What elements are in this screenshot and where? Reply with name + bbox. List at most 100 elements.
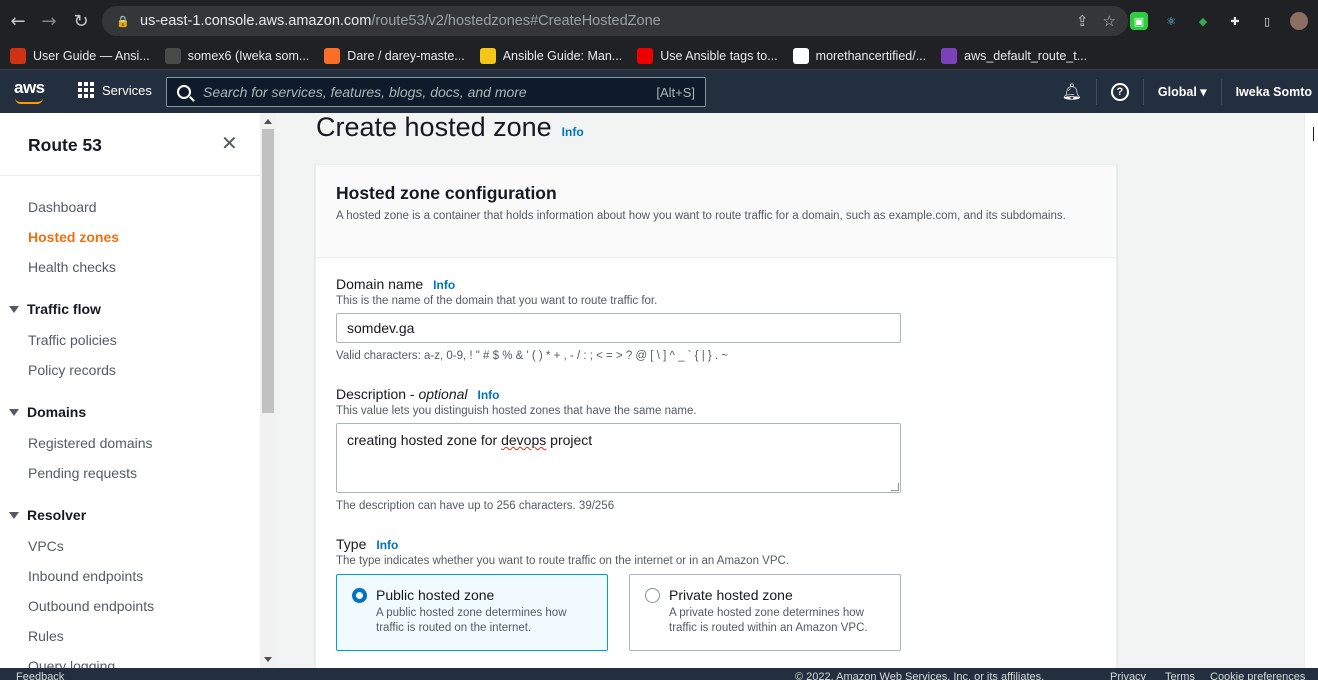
avatar[interactable]: [1290, 12, 1308, 30]
react-devtools-icon[interactable]: ⚛: [1162, 12, 1180, 30]
info-link[interactable]: Info: [433, 278, 455, 292]
bell-icon[interactable]: 🔔︎: [1062, 82, 1082, 101]
bookmark-label: somex6 (Iweka som...: [187, 48, 310, 63]
bookmark-label: Use Ansible tags to...: [660, 48, 778, 63]
extension-icon[interactable]: ▣: [1130, 12, 1148, 30]
bookmark-item[interactable]: User Guide — Ansi...: [10, 47, 150, 64]
sidepanel-icon[interactable]: ▯: [1258, 12, 1276, 30]
description-constraint: The description can have up to 256 chara…: [336, 500, 615, 512]
bookmark-favicon-icon: [792, 47, 809, 64]
domain-name-help: This is the name of the domain that you …: [336, 295, 658, 307]
extension-icon[interactable]: ◆: [1194, 12, 1212, 30]
tools-panel-strip: [1304, 113, 1318, 668]
bookmark-favicon-icon: [324, 47, 341, 64]
domain-name-label: Domain name Info: [336, 276, 456, 292]
scroll-up-icon[interactable]: [264, 119, 272, 124]
lock-icon: 🔒: [116, 15, 130, 28]
private-hosted-zone-option[interactable]: Private hosted zone A private hosted zon…: [629, 574, 901, 651]
star-icon[interactable]: ☆: [1103, 12, 1116, 30]
bookmark-item[interactable]: morethancertified/...: [792, 47, 927, 64]
panel-title: Hosted zone configuration: [336, 183, 557, 203]
bookmark-favicon-icon: [479, 47, 496, 64]
bookmark-label: aws_default_route_t...: [964, 48, 1088, 63]
caret-down-icon: [9, 305, 19, 313]
sidebar-item-hosted-zones[interactable]: Hosted zones: [28, 229, 119, 245]
sidebar-item-vpcs[interactable]: VPCs: [28, 538, 64, 554]
bookmark-favicon-icon: [164, 47, 181, 64]
nav-group-traffic-flow[interactable]: Traffic flow: [9, 301, 101, 317]
type-help: The type indicates whether you want to r…: [336, 555, 790, 567]
divider: [0, 175, 260, 176]
feedback-link[interactable]: Feedback: [16, 671, 64, 680]
header-right: 🔔︎ ? Global ▾ Iweka Somto: [1062, 70, 1312, 113]
cookie-preferences-link[interactable]: Cookie preferences: [1210, 671, 1305, 680]
address-bar[interactable]: 🔒 us-east-1.console.aws.amazon.com/route…: [102, 6, 1128, 36]
sidenav-scrollbar[interactable]: [260, 113, 276, 668]
domain-name-constraint: Valid characters: a-z, 0-9, ! " # $ % & …: [336, 350, 729, 362]
scroll-thumb[interactable]: [262, 129, 274, 413]
bookmark-favicon-icon: [10, 47, 26, 64]
sidebar-item-health-checks[interactable]: Health checks: [28, 259, 116, 275]
region-selector[interactable]: Global ▾: [1158, 84, 1207, 99]
help-icon[interactable]: ?: [1110, 82, 1129, 101]
panel-description: A hosted zone is a container that holds …: [336, 210, 1066, 222]
nav-group-resolver[interactable]: Resolver: [9, 507, 86, 523]
bookmark-item[interactable]: Ansible Guide: Man...: [479, 47, 623, 64]
bookmark-label: morethancertified/...: [815, 48, 927, 63]
services-menu-button[interactable]: Services: [78, 82, 152, 98]
caret-down-icon: [9, 511, 19, 519]
public-hosted-zone-option[interactable]: Public hosted zone A public hosted zone …: [336, 574, 608, 651]
bookmark-favicon-icon: [637, 47, 654, 64]
bookmark-item[interactable]: aws_default_route_t...: [941, 47, 1088, 64]
domain-name-input[interactable]: somdev.ga: [336, 313, 901, 343]
sidebar-item-inbound-endpoints[interactable]: Inbound endpoints: [28, 568, 143, 584]
scroll-down-icon[interactable]: [264, 657, 272, 662]
sidebar-item-registered-domains[interactable]: Registered domains: [28, 435, 153, 451]
bookmark-label: Ansible Guide: Man...: [502, 48, 623, 63]
resize-handle[interactable]: [891, 483, 899, 491]
search-input[interactable]: Search for services, features, blogs, do…: [166, 77, 706, 107]
bookmark-item[interactable]: Dare / darey-maste...: [324, 47, 465, 64]
aws-logo[interactable]: aws: [14, 78, 45, 104]
nav-group-domains[interactable]: Domains: [9, 404, 86, 420]
search-icon: [177, 85, 191, 99]
bookmark-label: User Guide — Ansi...: [33, 48, 150, 63]
info-link[interactable]: Info: [376, 538, 398, 552]
puzzle-icon[interactable]: ✚: [1226, 12, 1244, 30]
info-link[interactable]: Info: [478, 388, 500, 402]
side-navigation: Route 53 ✕ Dashboard Hosted zones Health…: [0, 113, 260, 668]
sidebar-item-policy-records[interactable]: Policy records: [28, 362, 116, 378]
sidebar-item-dashboard[interactable]: Dashboard: [28, 199, 97, 215]
sidebar-item-traffic-policies[interactable]: Traffic policies: [28, 332, 117, 348]
radio-unselected-icon[interactable]: [645, 588, 660, 603]
aws-global-header: aws Services Search for services, featur…: [0, 70, 1318, 113]
sidenav-title: Route 53: [28, 135, 102, 155]
bookmark-item[interactable]: somex6 (Iweka som...: [164, 47, 310, 64]
sidebar-item-pending-requests[interactable]: Pending requests: [28, 465, 137, 481]
privacy-link[interactable]: Privacy: [1110, 671, 1146, 680]
radio-selected-icon[interactable]: [352, 588, 367, 603]
caret-down-icon: [9, 408, 19, 416]
close-icon[interactable]: ✕: [221, 133, 239, 153]
bookmark-label: Dare / darey-maste...: [347, 48, 465, 63]
share-icon[interactable]: ⇪: [1076, 12, 1089, 30]
panel-header: Hosted zone configuration A hosted zone …: [316, 165, 1116, 258]
description-textarea[interactable]: creating hosted zone for devops project: [336, 423, 901, 493]
sidebar-item-rules[interactable]: Rules: [28, 628, 64, 644]
terms-link[interactable]: Terms: [1165, 671, 1195, 680]
page-title: Create hosted zone Info: [316, 112, 584, 142]
type-label: Type Info: [336, 536, 399, 552]
grid-icon: [78, 82, 94, 98]
account-menu[interactable]: Iweka Somto: [1236, 85, 1312, 99]
back-icon[interactable]: ←: [5, 8, 31, 34]
bookmark-item[interactable]: Use Ansible tags to...: [637, 47, 778, 64]
toolbar-icons: ⇪ ☆ ▣ ⚛ ◆ ✚ ▯: [1076, 6, 1308, 36]
info-link[interactable]: Info: [562, 125, 584, 139]
reload-icon[interactable]: ↻: [68, 8, 94, 34]
sidebar-item-outbound-endpoints[interactable]: Outbound endpoints: [28, 598, 154, 614]
url-path: /route53/v2/hostedzones#CreateHostedZone: [371, 13, 661, 29]
sidebar-item-query-logging[interactable]: Query logging: [28, 658, 115, 668]
browser-toolbar: ← → ↻ 🔒 us-east-1.console.aws.amazon.com…: [0, 0, 1318, 42]
copyright: © 2022, Amazon Web Services, Inc. or its…: [795, 671, 1045, 680]
forward-icon[interactable]: →: [36, 8, 62, 34]
